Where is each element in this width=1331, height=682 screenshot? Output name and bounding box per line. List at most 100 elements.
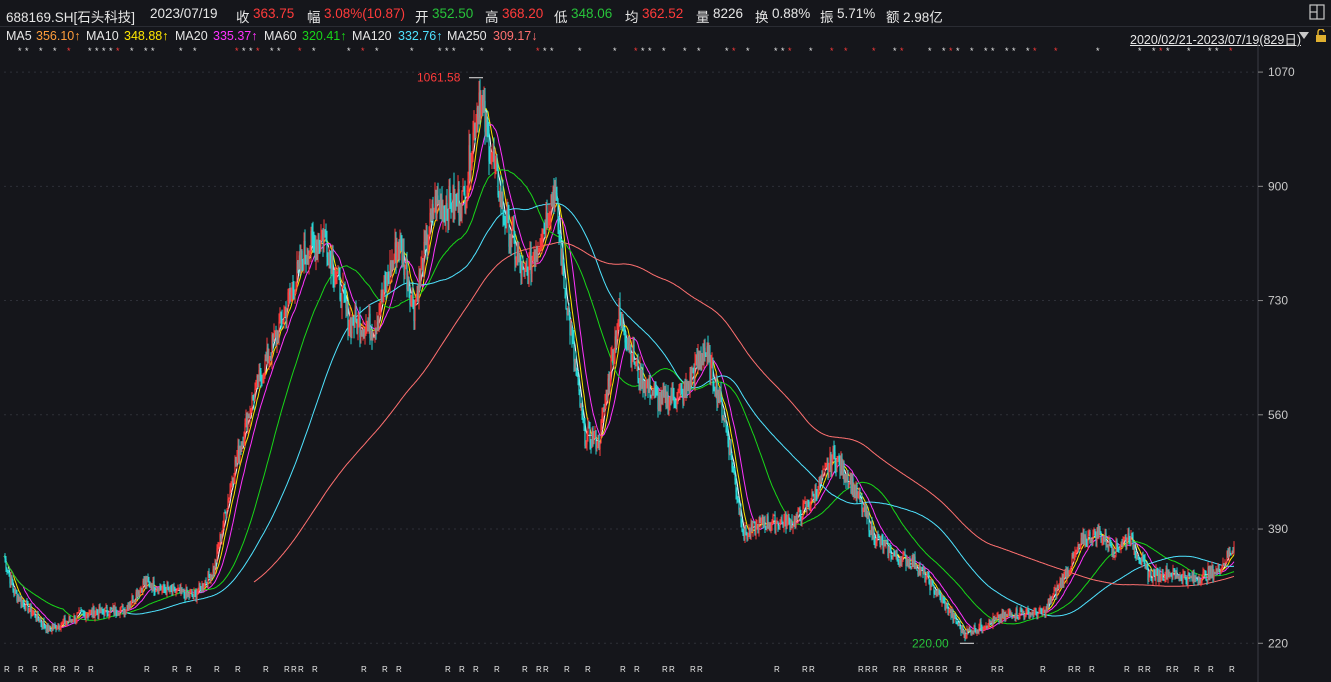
candle-body <box>1074 552 1076 556</box>
candle-body <box>1099 528 1101 533</box>
candle-body <box>812 491 814 495</box>
candle-body <box>228 498 230 500</box>
candle-body <box>343 285 345 294</box>
candle-body <box>89 610 91 614</box>
lock-icon[interactable] <box>1315 29 1327 42</box>
candle-body <box>595 431 597 449</box>
candle-body <box>828 465 830 473</box>
candle-body <box>616 332 618 344</box>
candle-body <box>12 584 14 591</box>
candle-body <box>781 519 783 523</box>
candle-body <box>170 585 172 589</box>
rights-marker: R <box>74 665 80 674</box>
stock-code[interactable]: 688169.SH[石头科技] <box>6 6 135 26</box>
candle-body <box>772 515 774 523</box>
candle-body <box>104 608 106 616</box>
candle-body <box>930 581 932 591</box>
candle-body <box>581 403 583 415</box>
candle-body <box>624 334 626 343</box>
candle-body <box>955 617 957 623</box>
candle-body <box>562 248 564 271</box>
candlestick-chart[interactable]: 1070900730560390220 R*R*R* *R R*R*R* * * * * *R… <box>0 44 1331 682</box>
candle-body <box>576 371 578 375</box>
ma120-line <box>123 202 1235 617</box>
candle-body <box>199 583 201 587</box>
rights-marker: R <box>144 665 150 674</box>
candle-body <box>273 333 275 341</box>
candle-body <box>102 610 104 612</box>
candle-body <box>506 208 508 227</box>
candle-body <box>810 500 812 506</box>
candle-body <box>1135 552 1137 557</box>
rights-marker: R <box>459 665 465 674</box>
candle-body <box>737 497 739 502</box>
candle-body <box>301 251 303 262</box>
candle-body <box>965 635 967 638</box>
chevron-down-icon[interactable] <box>1299 32 1309 40</box>
candle-body <box>1139 560 1141 563</box>
quote-date: 2023/07/19 <box>150 6 218 21</box>
candle-body <box>515 258 517 260</box>
candle-body <box>183 589 185 595</box>
ma60-value: 320.41↑ <box>302 29 347 43</box>
candle-body <box>1035 608 1037 614</box>
candle-body <box>428 235 430 244</box>
candle-body <box>610 356 612 381</box>
event-marker: * <box>53 46 57 56</box>
candle-body <box>290 292 292 296</box>
event-marker: * <box>970 46 974 56</box>
candle-body <box>147 578 149 582</box>
candle-body <box>893 553 895 556</box>
candle-body <box>218 545 220 548</box>
candle-body <box>622 315 624 331</box>
candle-body <box>451 211 453 213</box>
rights-marker: R <box>935 665 941 674</box>
candle-body <box>125 609 127 614</box>
candle-body <box>487 126 489 130</box>
candle-body <box>378 312 380 325</box>
candle-body <box>742 531 744 535</box>
event-marker: * <box>1005 46 1009 56</box>
candle-body <box>58 626 60 630</box>
candle-body <box>1156 568 1158 571</box>
candle-body <box>817 491 819 499</box>
candle-body <box>404 268 406 276</box>
candle-body <box>575 361 577 372</box>
candle-body <box>735 480 737 493</box>
candle-body <box>1109 538 1111 546</box>
candle-body <box>1007 613 1009 616</box>
candle-body <box>862 508 864 512</box>
event-marker: * <box>809 46 813 56</box>
event-marker: * <box>410 46 414 56</box>
candle-body <box>1150 571 1152 580</box>
event-marker: * <box>578 46 582 56</box>
candle-body <box>339 274 341 300</box>
candle-body <box>613 353 615 366</box>
candle-body <box>760 520 762 523</box>
low-value: 348.06 <box>571 6 613 21</box>
candle-body <box>656 390 658 395</box>
volume-value: 8226 <box>713 6 744 21</box>
candle-body <box>1070 566 1072 571</box>
candle-body <box>637 358 639 379</box>
candle-body <box>540 245 542 250</box>
candle-body <box>677 392 679 402</box>
candle-body <box>115 606 117 614</box>
panel-layout-icon[interactable] <box>1309 4 1325 20</box>
candle-body <box>559 233 561 239</box>
candle-body <box>400 235 402 243</box>
candle-body <box>726 425 728 434</box>
candle-body <box>962 626 964 635</box>
event-marker: * <box>25 46 29 56</box>
event-marker: * <box>193 46 197 56</box>
candle-body <box>1224 563 1226 566</box>
candle-body <box>1092 533 1094 543</box>
candle-body <box>777 521 779 527</box>
candle-body <box>335 277 337 279</box>
y-tick-label: 900 <box>1268 179 1288 193</box>
candle-body <box>734 471 736 481</box>
event-marker: * <box>872 46 876 56</box>
rights-marker: R <box>1194 665 1200 674</box>
candle-body <box>586 433 588 445</box>
candle-body <box>1233 546 1235 553</box>
